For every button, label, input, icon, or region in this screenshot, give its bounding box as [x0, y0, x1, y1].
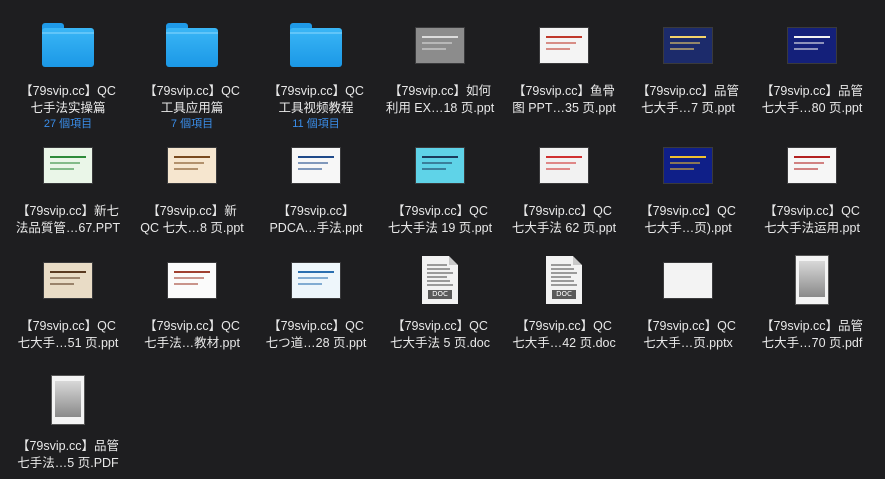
file-name-label: 【79svip.cc】品管 七大手…80 页.ppt	[760, 84, 864, 115]
slide-thumbnail	[626, 130, 750, 200]
file-name-label: 【79svip.cc】QC 七大手…页.pptx	[640, 319, 736, 350]
slide-thumbnail	[750, 10, 874, 80]
slide-thumbnail	[502, 10, 626, 80]
file-name-label: 【79svip.cc】QC 工具视频教程	[268, 84, 364, 115]
file-item[interactable]: 【79svip.cc】QC 七大手…51 页.ppt	[6, 245, 130, 352]
file-name-label: 【79svip.cc】QC 七つ道…28 页.ppt	[265, 319, 367, 350]
slide-thumbnail-icon	[539, 26, 589, 64]
file-item[interactable]: 【79svip.cc】QC 七大手法运用.ppt	[750, 130, 874, 237]
doc-file-icon: DOC	[546, 256, 582, 304]
folder-item[interactable]: 【79svip.cc】QC 七手法实操篇 27 個項目	[6, 10, 130, 131]
file-item[interactable]: 【79svip.cc】品管 七大手…80 页.ppt	[750, 10, 874, 117]
item-count-label: 27 個項目	[43, 118, 93, 130]
folder-thumbnail	[6, 10, 130, 80]
file-name-label: 【79svip.cc】QC 七大手法 19 页.ppt	[387, 204, 493, 235]
pdf-file-icon	[51, 375, 85, 425]
file-item[interactable]: 【79svip.cc】QC 七大手…页.pptx	[626, 245, 750, 352]
file-item[interactable]: 【79svip.cc】如何 利用 EX…18 页.ppt	[378, 10, 502, 117]
file-item[interactable]: 【79svip.cc】QC 七大手法 19 页.ppt	[378, 130, 502, 237]
slide-thumbnail-icon	[43, 146, 93, 184]
file-item[interactable]: 【79svip.cc】新七 法品質管…67.PPT	[6, 130, 130, 237]
file-name-label: 【79svip.cc】QC 工具应用篇	[144, 84, 240, 115]
slide-thumbnail	[502, 130, 626, 200]
slide-thumbnail	[254, 245, 378, 315]
file-item[interactable]: 【79svip.cc】QC 七つ道…28 页.ppt	[254, 245, 378, 352]
doc-tag: DOC	[428, 290, 452, 299]
file-item[interactable]: 【79svip.cc】新 QC 七大…8 页.ppt	[130, 130, 254, 237]
file-name-label: 【79svip.cc】QC 七大手…42 页.doc	[512, 319, 616, 350]
doc-thumbnail: DOC	[378, 245, 502, 315]
slide-thumbnail	[130, 130, 254, 200]
file-item[interactable]: 【79svip.cc】品管 七大手…70 页.pdf	[750, 245, 874, 352]
file-name-label: 【79svip.cc】QC 七大手…51 页.ppt	[17, 319, 119, 350]
slide-thumbnail-icon	[43, 261, 93, 299]
item-count-label: 7 個項目	[170, 118, 214, 130]
slide-thumbnail-icon	[415, 26, 465, 64]
file-item[interactable]: DOC 【79svip.cc】QC 七大手…42 页.doc	[502, 245, 626, 352]
slide-thumbnail	[6, 245, 130, 315]
folder-thumbnail	[130, 10, 254, 80]
file-item[interactable]: 【79svip.cc】QC 七手法…教材.ppt	[130, 245, 254, 352]
file-item[interactable]: 【79svip.cc】QC 七大手法 62 页.ppt	[502, 130, 626, 237]
file-item[interactable]: 【79svip.cc】鱼骨图 PPT…35 页.ppt	[502, 10, 626, 117]
file-name-label: 【79svip.cc】新 QC 七大…8 页.ppt	[140, 204, 244, 235]
slide-thumbnail	[130, 245, 254, 315]
file-name-label: 【79svip.cc】品管 七手法…5 页.PDF	[16, 439, 120, 470]
doc-thumbnail: DOC	[502, 245, 626, 315]
slide-thumbnail	[750, 130, 874, 200]
file-name-label: 【79svip.cc】QC 七手法实操篇	[20, 84, 116, 115]
folder-item[interactable]: 【79svip.cc】QC 工具应用篇 7 個項目	[130, 10, 254, 131]
file-name-label: 【79svip.cc】品管 七大手…7 页.ppt	[636, 84, 740, 115]
slide-thumbnail	[6, 130, 130, 200]
item-count-label: 11 個項目	[292, 118, 340, 130]
slide-thumbnail-icon	[663, 26, 713, 64]
file-item[interactable]: 【79svip.cc】品管 七大手…7 页.ppt	[626, 10, 750, 117]
folder-item[interactable]: 【79svip.cc】QC 工具视频教程 11 個項目	[254, 10, 378, 131]
file-name-label: 【79svip.cc】QC 七手法…教材.ppt	[144, 319, 240, 350]
pdf-file-icon	[795, 255, 829, 305]
file-name-label: 【79svip.cc】QC 七大手法 62 页.ppt	[511, 204, 617, 235]
file-item[interactable]: 【79svip.cc】品管 七手法…5 页.PDF	[6, 365, 130, 472]
slide-thumbnail-icon	[663, 261, 713, 299]
file-name-label: 【79svip.cc】QC 七大手法运用.ppt	[764, 204, 860, 235]
file-name-label: 【79svip.cc】品管 七大手…70 页.pdf	[760, 319, 864, 350]
file-name-label: 【79svip.cc】如何 利用 EX…18 页.ppt	[385, 84, 495, 115]
slide-thumbnail	[378, 130, 502, 200]
slide-thumbnail-icon	[167, 261, 217, 299]
file-item[interactable]: DOC 【79svip.cc】QC 七大手法 5 页.doc	[378, 245, 502, 352]
slide-thumbnail	[378, 10, 502, 80]
slide-thumbnail-icon	[663, 146, 713, 184]
file-name-label: 【79svip.cc】QC 七大手…页).ppt	[640, 204, 736, 235]
slide-thumbnail	[254, 130, 378, 200]
slide-thumbnail	[626, 245, 750, 315]
doc-tag: DOC	[552, 290, 576, 299]
file-name-label: 【79svip.cc】QC 七大手法 5 页.doc	[389, 319, 491, 350]
folder-icon	[290, 23, 342, 67]
folder-icon	[42, 23, 94, 67]
file-item[interactable]: 【79svip.cc】 PDCA…手法.ppt	[254, 130, 378, 237]
slide-thumbnail	[626, 10, 750, 80]
slide-thumbnail-icon	[787, 26, 837, 64]
pdf-thumbnail	[6, 365, 130, 435]
folder-icon	[166, 23, 218, 67]
doc-file-icon: DOC	[422, 256, 458, 304]
slide-thumbnail-icon	[787, 146, 837, 184]
file-name-label: 【79svip.cc】新七 法品質管…67.PPT	[15, 204, 121, 235]
file-item[interactable]: 【79svip.cc】QC 七大手…页).ppt	[626, 130, 750, 237]
pdf-thumbnail	[750, 245, 874, 315]
slide-thumbnail-icon	[539, 146, 589, 184]
folder-thumbnail	[254, 10, 378, 80]
slide-thumbnail-icon	[291, 146, 341, 184]
file-name-label: 【79svip.cc】 PDCA…手法.ppt	[269, 204, 363, 235]
slide-thumbnail-icon	[167, 146, 217, 184]
slide-thumbnail-icon	[291, 261, 341, 299]
slide-thumbnail-icon	[415, 146, 465, 184]
file-name-label: 【79svip.cc】鱼骨图 PPT…35 页.ppt	[512, 84, 616, 115]
